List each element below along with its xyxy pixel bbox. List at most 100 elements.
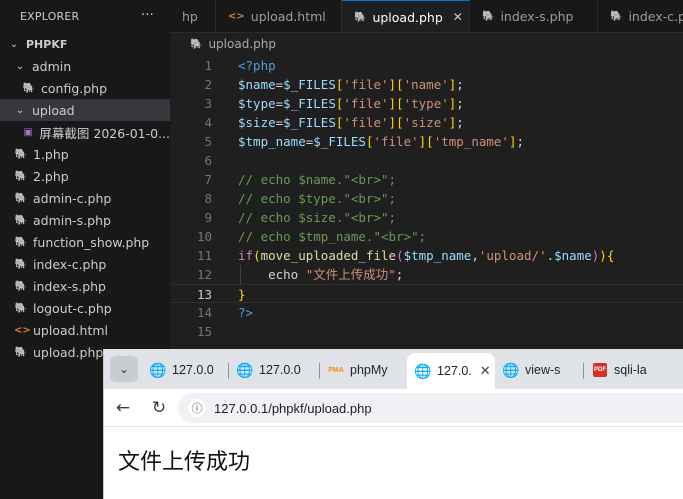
browser-tab[interactable]: 🌐 view-s — [497, 355, 581, 385]
code-line[interactable]: 15 — [170, 322, 683, 341]
file-item[interactable]: 🐘 index-c.php — [0, 253, 170, 275]
code-token: $type — [238, 96, 276, 111]
php-elephant-icon: 🐘 — [14, 170, 28, 182]
tree-item-label: 1.php — [33, 146, 69, 162]
file-item[interactable]: 🐘 index-s.php — [0, 275, 170, 297]
php-elephant-icon: 🐘 — [482, 11, 495, 22]
code-token: $_FILES — [313, 134, 366, 149]
close-icon[interactable]: ✕ — [453, 10, 463, 24]
file-item[interactable]: 🐘 config.php — [0, 77, 170, 99]
image-file-icon: ▣ — [23, 126, 33, 138]
file-item[interactable]: 🐘 2.php — [0, 165, 170, 187]
code-token: $name — [238, 77, 276, 92]
code-editor[interactable]: 1 <?php 2 $name=$_FILES['file']['name']; 3 $t… — [170, 55, 683, 345]
code-line[interactable]: 2 $name=$_FILES['file']['name']; — [170, 75, 683, 94]
code-text: <?php — [238, 56, 276, 75]
file-item[interactable]: 🐘 admin-c.php — [0, 187, 170, 209]
code-line[interactable]: 7 // echo $name."<br>"; — [170, 170, 683, 189]
browser-tab[interactable]: 🌐 127.0.0 — [231, 355, 317, 385]
editor-tab[interactable]: hp — [170, 0, 216, 32]
code-line[interactable]: 9 // echo $size."<br>"; — [170, 208, 683, 227]
upload-result-text: 文件上传成功 — [118, 450, 251, 475]
code-line[interactable]: 3 $type=$_FILES['file']['type']; — [170, 94, 683, 113]
tree-item-label: 屏幕截图 2026-01-0... — [39, 125, 170, 141]
browser-tab[interactable]: PDF sqli-la — [586, 355, 666, 385]
code-token: "文件上传成功" — [305, 267, 396, 282]
close-icon[interactable]: ✕ — [480, 363, 491, 379]
chevron-down-icon: ⌄ — [15, 104, 25, 116]
browser-tab[interactable]: 🌐 127.0. ✕ — [407, 353, 495, 389]
code-token: 'upload/' — [478, 248, 547, 263]
file-item[interactable]: <> upload.html — [0, 319, 170, 341]
code-token: if — [238, 248, 254, 263]
code-line[interactable]: 8 // echo $type."<br>"; — [170, 189, 683, 208]
browser-tab[interactable]: 🌐 127.0.0 — [144, 355, 226, 385]
tab-search-chevron-icon[interactable]: ⌄ — [110, 356, 138, 382]
editor-tab[interactable]: <> upload.html — [216, 0, 342, 32]
code-token: ; — [456, 77, 464, 92]
code-line[interactable]: 13} — [170, 284, 683, 303]
code-line[interactable]: 12 echo "文件上传成功"; — [170, 265, 683, 284]
globe-icon: 🌐 — [149, 361, 167, 378]
file-item[interactable]: 🐘 1.php — [0, 143, 170, 165]
back-arrow-icon[interactable]: ← — [112, 397, 134, 419]
tree-item-label: function_show.php — [33, 234, 150, 250]
reload-icon[interactable]: ↻ — [148, 397, 170, 419]
code-text: // echo $type."<br>"; — [238, 189, 396, 208]
php-elephant-icon: 🐘 — [14, 192, 28, 204]
code-line[interactable]: 10 // echo $tmp_name."<br>"; — [170, 227, 683, 246]
editor-tab[interactable]: 🐘 index-c.p — [598, 0, 683, 32]
tree-item-label: index-c.php — [33, 256, 107, 272]
line-number: 11 — [196, 248, 212, 263]
code-token: 'name' — [403, 77, 449, 92]
php-elephant-icon: 🐘 — [14, 214, 28, 226]
browser-window: ⌄ 🌐 127.0.0 🌐 127.0.0 PMA phpMy 🌐 127.0. ✕ 🌐 view-… — [103, 349, 683, 499]
more-actions-icon[interactable]: ··· — [141, 8, 154, 23]
globe-icon: 🌐 — [414, 362, 432, 379]
code-token: 'file' — [343, 115, 389, 130]
file-item[interactable]: 🐘 logout-c.php — [0, 297, 170, 319]
address-url[interactable]: 127.0.0.1/phpkf/upload.php — [214, 401, 372, 416]
code-line[interactable]: 1 <?php — [170, 56, 683, 75]
code-text: $name=$_FILES['file']['name']; — [238, 75, 464, 94]
code-token: ; — [456, 96, 464, 111]
editor-tab[interactable]: 🐘 upload.php ✕ — [342, 0, 470, 32]
folder-phpkf[interactable]: ⌄ PHPKF — [0, 33, 170, 55]
folder-upload[interactable]: ⌄ upload — [0, 99, 170, 121]
code-token: <?php — [238, 58, 276, 73]
code-token: . — [546, 248, 555, 263]
code-line[interactable]: 4 $size=$_FILES['file']['size']; — [170, 113, 683, 132]
editor-tab[interactable]: 🐘 index-s.php — [470, 0, 598, 32]
browser-tab-label: 127.0.0 — [172, 363, 214, 377]
code-token: ][ — [388, 77, 404, 92]
code-token: move_uploaded_file — [260, 248, 397, 263]
code-token: $_FILES — [283, 77, 336, 92]
browser-tab[interactable]: PMA phpMy — [322, 355, 404, 385]
phpmyadmin-icon: PMA — [328, 366, 344, 374]
site-info-icon[interactable]: ⓘ — [188, 399, 206, 417]
browser-tab-label: sqli-la — [614, 363, 647, 377]
file-item[interactable]: 🐘 function_show.php — [0, 231, 170, 253]
folder-admin[interactable]: ⌄ admin — [0, 55, 170, 77]
code-line[interactable]: 14 ?> — [170, 303, 683, 322]
code-text: $tmp_name=$_FILES['file']['tmp_name']; — [238, 132, 524, 151]
code-token: ) — [599, 248, 607, 263]
php-elephant-icon: 🐘 — [14, 346, 28, 358]
line-number: 8 — [204, 191, 212, 206]
php-elephant-icon: 🐘 — [14, 236, 28, 248]
tree-item-label: upload — [32, 102, 75, 118]
breadcrumb[interactable]: 🐘 upload.php — [170, 33, 683, 55]
code-line[interactable]: 11 if(move_uploaded_file($tmp_name,'uploa… — [170, 246, 683, 265]
file-item[interactable]: 🐘 admin-s.php — [0, 209, 170, 231]
tree-item-label: admin — [32, 58, 72, 74]
code-line[interactable]: 6 — [170, 151, 683, 170]
tab-separator — [319, 363, 320, 379]
tree-item-label: logout-c.php — [33, 300, 112, 316]
breadcrumb-file[interactable]: upload.php — [208, 37, 276, 51]
tab-separator — [583, 363, 584, 379]
line-number: 3 — [204, 96, 212, 111]
code-line[interactable]: 5 $tmp_name=$_FILES['file']['tmp_name']; — [170, 132, 683, 151]
address-bar[interactable]: ⓘ 127.0.0.1/phpkf/upload.php — [178, 393, 683, 423]
file-item[interactable]: ▣ 屏幕截图 2026-01-0... — [0, 121, 170, 143]
code-text: echo "文件上传成功"; — [238, 265, 403, 284]
